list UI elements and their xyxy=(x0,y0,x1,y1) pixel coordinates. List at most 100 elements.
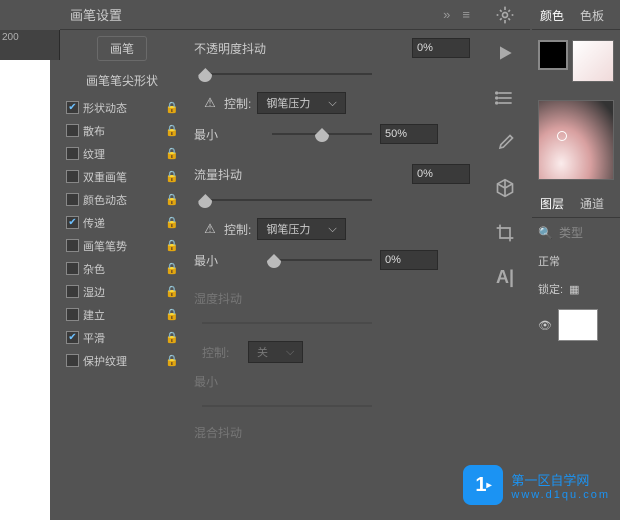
blend-mode-select[interactable]: 正常 xyxy=(538,253,560,269)
cube-icon[interactable] xyxy=(480,165,530,210)
filter-type[interactable]: 类型 xyxy=(559,224,583,241)
checkbox[interactable] xyxy=(66,216,79,229)
chevron-down-icon: ⌵ xyxy=(328,97,336,110)
list-item[interactable]: 双重画笔 🔒 xyxy=(64,165,180,188)
min-slider-1[interactable] xyxy=(272,126,372,142)
checkbox[interactable] xyxy=(66,354,79,367)
list-item[interactable]: 颜色动态 🔒 xyxy=(64,188,180,211)
lock-icon[interactable]: 🔒 xyxy=(166,102,178,114)
list-item[interactable]: 画笔笔势 🔒 xyxy=(64,234,180,257)
lock-icon[interactable]: 🔒 xyxy=(166,355,178,367)
list-item-label: 杂色 xyxy=(83,261,162,277)
type-icon[interactable]: A| xyxy=(480,255,530,300)
tool-column: A| xyxy=(480,0,530,517)
color-picker-preview[interactable] xyxy=(572,40,614,82)
control-label-1: 控制: xyxy=(224,95,251,112)
tab-channels[interactable]: 通道 xyxy=(572,190,612,217)
list-item-label: 平滑 xyxy=(83,330,162,346)
list-item[interactable]: 传递 🔒 xyxy=(64,211,180,234)
control-label-2: 控制: xyxy=(224,221,251,238)
collapse-icon[interactable]: » xyxy=(443,7,450,22)
lock-icon[interactable]: 🔒 xyxy=(166,125,178,137)
list-item[interactable]: 保护纹理 🔒 xyxy=(64,349,180,372)
list-item-label: 形状动态 xyxy=(83,100,162,116)
lock-icon[interactable]: 🔒 xyxy=(166,309,178,321)
right-panel: 颜色 色板 图层 通道 🔍 类型 正常 锁定: ▦ 👁 xyxy=(532,0,620,517)
list-item-label: 颜色动态 xyxy=(83,192,162,208)
brush-tool-icon[interactable] xyxy=(480,120,530,165)
list-item[interactable]: 建立 🔒 xyxy=(64,303,180,326)
min-label-3: 最小 xyxy=(194,373,264,390)
min-input-2[interactable]: 0% xyxy=(380,250,438,270)
control-label-3: 控制: xyxy=(202,344,242,361)
chevron-down-icon: ⌵ xyxy=(328,223,336,236)
flow-jitter-input[interactable]: 0% xyxy=(412,164,470,184)
checkbox[interactable] xyxy=(66,124,79,137)
visibility-icon[interactable]: 👁 xyxy=(538,319,552,332)
lock-icon[interactable]: 🔒 xyxy=(166,263,178,275)
checkbox[interactable] xyxy=(66,262,79,275)
canvas-area[interactable] xyxy=(0,60,50,520)
list-item[interactable]: 杂色 🔒 xyxy=(64,257,180,280)
list-item[interactable]: 平滑 🔒 xyxy=(64,326,180,349)
control-dropdown-1[interactable]: 钢笔压力⌵ xyxy=(257,92,345,114)
brush-tab-button[interactable]: 画笔 xyxy=(97,36,147,61)
lock-icon[interactable]: 🔒 xyxy=(166,217,178,229)
layer-thumbnail[interactable] xyxy=(558,309,598,341)
checkbox[interactable] xyxy=(66,193,79,206)
min-input-1[interactable]: 50% xyxy=(380,124,438,144)
flow-jitter-slider[interactable] xyxy=(202,192,372,208)
lock-icon[interactable]: 🔒 xyxy=(166,332,178,344)
lock-icon[interactable]: ▦ xyxy=(569,283,579,296)
list-item-label: 散布 xyxy=(83,123,162,139)
play-icon[interactable] xyxy=(480,30,530,75)
lock-icon[interactable]: 🔒 xyxy=(166,286,178,298)
search-icon: 🔍 xyxy=(538,226,553,240)
checkbox[interactable] xyxy=(66,170,79,183)
flow-jitter-label: 流量抖动 xyxy=(194,166,264,183)
control-dropdown-3: 关⌵ xyxy=(248,341,303,363)
list-item[interactable]: 散布 🔒 xyxy=(64,119,180,142)
control-dropdown-2[interactable]: 钢笔压力⌵ xyxy=(257,218,345,240)
min-label-2: 最小 xyxy=(194,252,264,269)
list-item[interactable]: 湿边🔒 xyxy=(64,280,180,303)
checkbox[interactable] xyxy=(66,239,79,252)
lock-icon[interactable]: 🔒 xyxy=(166,171,178,183)
color-gradient[interactable] xyxy=(538,100,614,180)
tab-swatches[interactable]: 色板 xyxy=(572,2,612,29)
list-item-label: 传递 xyxy=(83,215,162,231)
min-label-1: 最小 xyxy=(194,126,264,143)
wet-jitter-slider xyxy=(202,315,372,331)
checkbox[interactable] xyxy=(66,147,79,160)
checkbox[interactable] xyxy=(66,285,79,298)
brush-settings-panel: 画笔设置 » ≡ 画笔 画笔笔尖形状 形状动态 🔒 散布 🔒 纹理 🔒 双重画笔 🔒 颜色动态 🔒… xyxy=(60,0,480,517)
checkbox[interactable] xyxy=(66,101,79,114)
list-icon[interactable] xyxy=(480,75,530,120)
opacity-jitter-input[interactable]: 0% xyxy=(412,38,470,58)
crop-icon[interactable] xyxy=(480,210,530,255)
tip-shape-header[interactable]: 画笔笔尖形状 xyxy=(64,69,180,92)
foreground-swatch[interactable] xyxy=(538,40,568,70)
checkbox[interactable] xyxy=(66,331,79,344)
list-item-label: 双重画笔 xyxy=(83,169,162,185)
list-item-label: 保护纹理 xyxy=(83,353,162,369)
list-item-label: 画笔笔势 xyxy=(83,238,162,254)
lock-icon[interactable]: 🔒 xyxy=(166,240,178,252)
lock-icon[interactable]: 🔒 xyxy=(166,148,178,160)
tab-layers[interactable]: 图层 xyxy=(532,190,572,217)
brush-options-list: 画笔 画笔笔尖形状 形状动态🔒散布🔒纹理🔒双重画笔🔒颜色动态🔒传递🔒画笔笔势🔒杂… xyxy=(60,30,184,510)
list-item-label: 建立 xyxy=(83,307,162,323)
wet-jitter-label: 湿度抖动 xyxy=(194,290,264,307)
panel-title: 画笔设置 xyxy=(70,5,122,24)
menu-icon[interactable]: ≡ xyxy=(462,7,470,22)
lock-icon[interactable]: 🔒 xyxy=(166,194,178,206)
min-slider-2[interactable] xyxy=(272,252,372,268)
color-cursor[interactable] xyxy=(557,131,567,141)
opacity-jitter-slider[interactable] xyxy=(202,66,372,82)
warning-icon: ⚠ xyxy=(202,95,218,111)
list-item-label: 纹理 xyxy=(83,146,162,162)
checkbox[interactable] xyxy=(66,308,79,321)
list-item[interactable]: 纹理 🔒 xyxy=(64,142,180,165)
list-item[interactable]: 形状动态 🔒 xyxy=(64,96,180,119)
tab-color[interactable]: 颜色 xyxy=(532,2,572,29)
